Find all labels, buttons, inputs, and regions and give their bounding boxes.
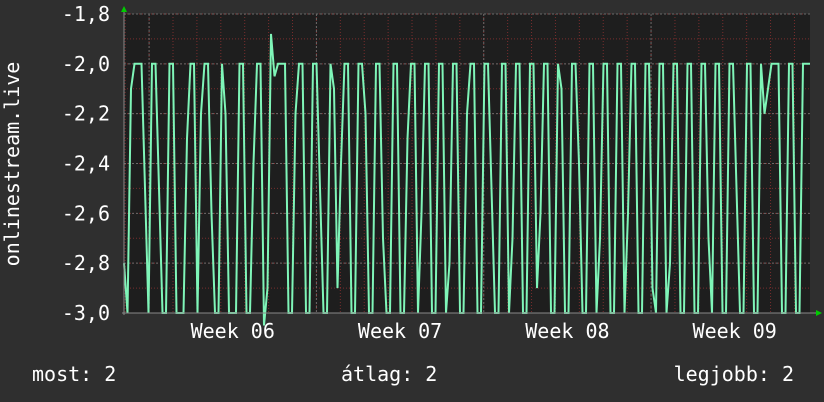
x-axis-arrow-icon — [816, 310, 822, 316]
stat-average: átlag: 2 — [341, 362, 438, 386]
stat-best: legjobb: 2 — [673, 362, 794, 386]
stat-current: most: 2 — [32, 362, 117, 386]
x-tick-labels: Week 06 Week 07 Week 08 Week 09 — [191, 319, 777, 343]
y-tick-label: -1,8 — [62, 2, 110, 26]
y-tick-label: -2,8 — [62, 251, 110, 275]
chart: -1,8-2,0-2,2-2,4-2,6-2,8-3,0 Week 06 Week… — [0, 2, 822, 343]
y-tick-label: -2,4 — [62, 152, 110, 176]
y-axis-arrow-icon — [121, 6, 127, 12]
x-tick-label: Week 07 — [358, 319, 442, 343]
y-tick-label: -2,0 — [62, 52, 110, 76]
y-tick-label: -3,0 — [62, 301, 110, 325]
y-axis-label: onlinestream.live — [0, 62, 24, 267]
y-tick-label: -2,6 — [62, 201, 110, 225]
x-tick-label: Week 06 — [191, 319, 275, 343]
x-tick-label: Week 08 — [525, 319, 609, 343]
y-tick-label: -2,2 — [62, 102, 110, 126]
x-tick-label: Week 09 — [693, 319, 777, 343]
y-tick-labels: -1,8 -2,0 -2,2 -2,4 -2,6 -2,8 -3,0 — [62, 2, 110, 325]
